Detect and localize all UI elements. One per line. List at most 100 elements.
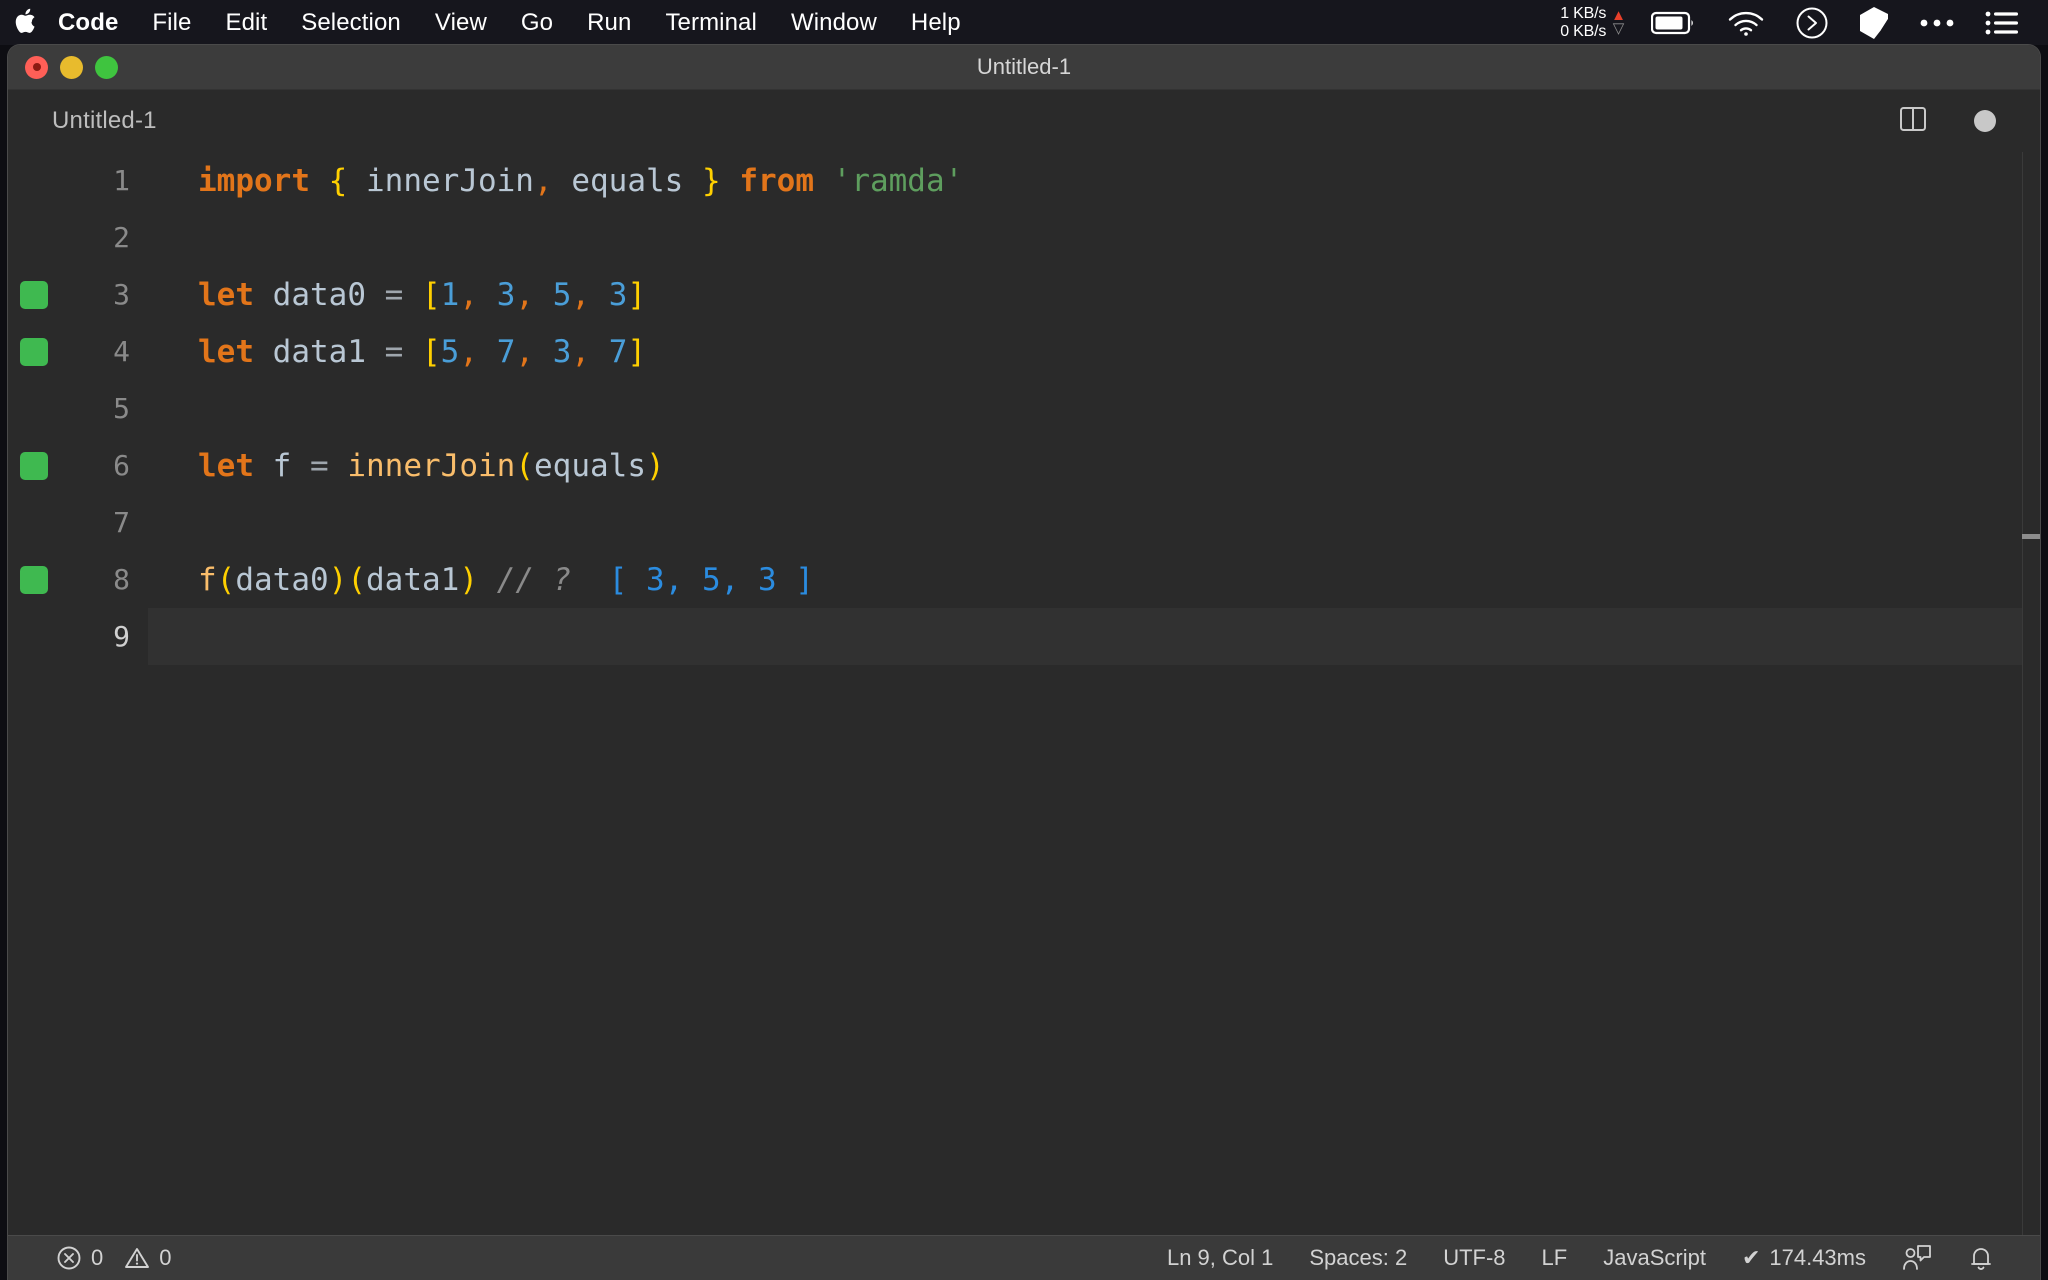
menu-item-view[interactable]: View [418,9,504,37]
line-number: 5 [113,392,130,425]
status-problems[interactable]: 0 0 [38,1245,190,1271]
line-content[interactable]: let data0 = [1, 3, 5, 3] [148,266,2040,323]
code-token: ] [627,276,647,313]
quokka-coverage-indicator [20,451,48,480]
close-button[interactable] [25,55,48,79]
line-content[interactable] [148,494,2040,551]
code-token: [ [422,333,441,370]
menu-item-go[interactable]: Go [504,9,570,37]
split-editor-icon[interactable] [1898,104,1928,139]
line-content[interactable]: let f = innerJoin(equals) [148,437,2040,494]
code-token: { [328,162,348,199]
line-number: 2 [113,221,130,254]
code-lines[interactable]: 1 import { innerJoin, equals } from 'ramd… [8,152,2040,665]
line-content[interactable]: import { innerJoin, equals } from 'ramda… [148,152,2040,209]
status-indentation[interactable]: Spaces: 2 [1291,1245,1425,1271]
cube-icon[interactable] [1844,6,1904,40]
zoom-button[interactable] [95,55,118,79]
overview-ruler-mark [2022,534,2040,539]
editor-overview-ruler[interactable] [2022,152,2040,1235]
menu-item-terminal[interactable]: Terminal [648,9,774,37]
network-upload-speed: 1 KB/s [1560,5,1607,23]
notifications-bell-icon[interactable] [1950,1244,2012,1272]
code-line[interactable]: 1 import { innerJoin, equals } from 'ramd… [8,152,2040,209]
quokka-coverage-indicator [20,565,48,594]
status-bar-right: Ln 9, Col 1 Spaces: 2 UTF-8 LF JavaScrip… [1149,1244,2040,1272]
menu-item-edit[interactable]: Edit [208,9,284,37]
tab-untitled-1[interactable]: Untitled-1 [8,107,157,135]
warning-triangle-icon [124,1245,150,1271]
code-line[interactable]: 6 let f = innerJoin(equals) [8,437,2040,494]
minimize-button[interactable] [60,55,83,79]
code-line[interactable]: 8 f(data0)(data1) // ? [ 3, 5, 3 ] [8,551,2040,608]
menu-item-code[interactable]: Code [52,9,135,37]
status-quokka-runtime[interactable]: ✔ 174.43ms [1724,1245,1884,1271]
code-line[interactable]: 5 [8,380,2040,437]
code-token: innerJoin [347,447,516,484]
status-encoding[interactable]: UTF-8 [1425,1245,1523,1271]
wifi-icon[interactable] [1712,9,1780,37]
download-arrow-icon: ▽ [1612,19,1625,37]
menu-item-run[interactable]: Run [570,9,648,37]
code-line[interactable]: 2 [8,209,2040,266]
warning-count: 0 [159,1245,172,1270]
apple-logo-icon[interactable] [0,6,52,40]
code-token: = [291,447,348,484]
quokka-coverage-indicator [20,337,48,366]
status-cursor-position[interactable]: Ln 9, Col 1 [1149,1245,1291,1271]
line-content[interactable]: let data1 = [5, 7, 3, 7] [148,323,2040,380]
code-line[interactable]: 4 let data1 = [5, 7, 3, 7] [8,323,2040,380]
ellipsis-icon[interactable] [1904,17,1970,29]
status-eol[interactable]: LF [1524,1245,1586,1271]
clock-circle-icon[interactable] [1780,6,1844,40]
code-token: ( [347,561,367,598]
code-editor[interactable]: 1 import { innerJoin, equals } from 'ramd… [8,152,2040,1235]
code-token: // ? [496,561,572,598]
status-bar-left: 0 0 [8,1245,190,1271]
code-token: = [366,333,422,370]
code-token: from [739,162,814,199]
code-token: data0 [272,276,366,313]
code-token: ( [216,561,236,598]
code-token: , [515,276,535,313]
code-token: , [515,333,535,370]
code-token: ) [328,561,348,598]
code-token: 7 [496,333,516,370]
feedback-icon[interactable] [1884,1244,1950,1272]
code-token: let [198,276,254,313]
code-token: data1 [272,333,366,370]
code-token: let [198,447,254,484]
unsaved-dot-indicator[interactable] [1974,110,1996,132]
code-token: 3 [552,333,572,370]
code-token: 5 [440,333,460,370]
line-content[interactable] [148,608,2040,665]
runtime-duration: 174.43ms [1769,1245,1866,1270]
battery-icon[interactable] [1636,10,1712,36]
network-download-speed: 0 KB/s [1560,22,1607,40]
code-token: let [198,333,254,370]
code-line[interactable]: 3 let data0 = [1, 3, 5, 3] [8,266,2040,323]
code-token: data0 [235,561,329,598]
line-content[interactable]: f(data0)(data1) // ? [ 3, 5, 3 ] [148,551,2040,608]
network-speed-indicator[interactable]: 1 KB/s 0 KB/s ▲ ▽ [1550,5,1636,40]
code-line[interactable]: 9 [8,608,2040,665]
line-content[interactable] [148,380,2040,437]
menu-item-window[interactable]: Window [774,9,894,37]
menu-item-help[interactable]: Help [894,9,978,37]
code-line[interactable]: 7 [8,494,2040,551]
code-token: , [459,276,479,313]
code-token: equals [534,447,646,484]
status-language-mode[interactable]: JavaScript [1585,1245,1724,1271]
menu-item-file[interactable]: File [135,9,208,37]
menu-item-selection[interactable]: Selection [284,9,418,37]
code-token: 7 [608,333,628,370]
control-center-list-icon[interactable] [1970,10,2034,36]
line-content[interactable] [148,209,2040,266]
